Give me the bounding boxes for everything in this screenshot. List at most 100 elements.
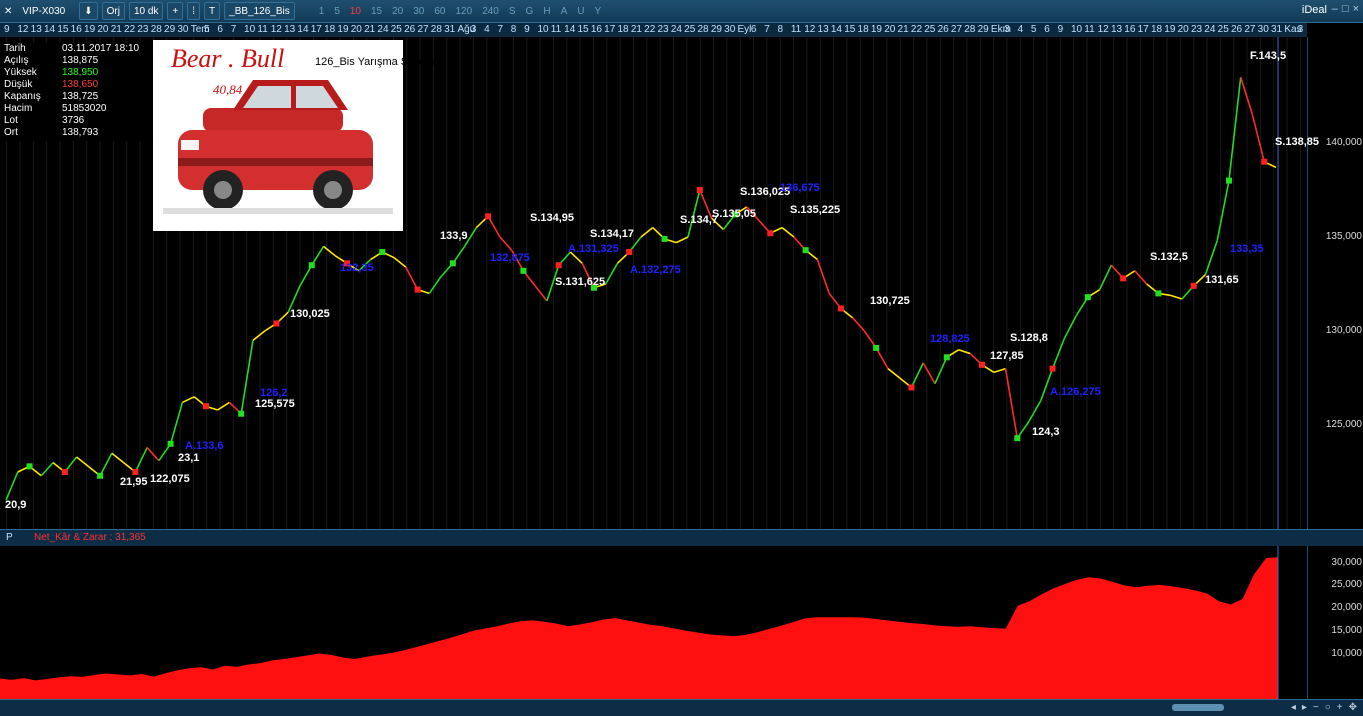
info-row: Kapanış 138,725 bbox=[4, 91, 154, 103]
period-240[interactable]: 240 bbox=[482, 6, 499, 17]
date-tick: 8 bbox=[510, 24, 517, 35]
car-icon bbox=[163, 80, 393, 214]
trade-label-white: 23,1 bbox=[178, 452, 200, 464]
trade-marker bbox=[1014, 435, 1021, 442]
toolbar: ✕ VIP-X030 ⬇ Orj 10 dk + ⁞ T _BB_126_Bis… bbox=[0, 0, 1363, 23]
info-row: Düşük 138,650 bbox=[4, 79, 154, 91]
period-S[interactable]: S bbox=[509, 6, 516, 17]
date-tick: 3 bbox=[470, 24, 477, 35]
system-caption: 126_Bis Yarışma Sistemi bbox=[315, 56, 437, 68]
trade-label-white: 124,3 bbox=[1032, 426, 1060, 438]
orj-button[interactable]: Orj bbox=[101, 2, 125, 20]
price-segment bbox=[5, 471, 19, 501]
period-G[interactable]: G bbox=[526, 6, 534, 17]
info-row: Yüksek 138,950 bbox=[4, 67, 154, 79]
period-U[interactable]: U bbox=[577, 6, 584, 17]
horizontal-scrollbar[interactable] bbox=[1172, 704, 1224, 711]
menu-icon[interactable]: ✕ bbox=[4, 6, 12, 17]
trade-label-white: 20,9 bbox=[5, 499, 27, 511]
scroll-right-icon[interactable]: ▸ bbox=[1302, 702, 1307, 713]
date-tick: 14 bbox=[297, 24, 309, 35]
trade-label-white: S.135,05 bbox=[712, 208, 757, 220]
period-A[interactable]: A bbox=[561, 6, 568, 17]
period-15[interactable]: 15 bbox=[371, 6, 382, 17]
trade-label-blue: 132,35 bbox=[340, 262, 374, 274]
date-tick: 13 bbox=[817, 24, 829, 35]
info-key: Kapanış bbox=[4, 91, 41, 102]
pnl-axis[interactable]: 30,000 25,000 20,000 15,000 10,000 bbox=[1307, 546, 1363, 699]
trade-label-white: S.134,95 bbox=[530, 212, 575, 224]
date-tick: 4 bbox=[484, 24, 490, 35]
ohlc-info-box: Tarih 03.11.2017 18:10 Açılış 138,875 Yüksek… bbox=[4, 43, 154, 141]
down-arrow-button[interactable]: ⬇ bbox=[79, 2, 98, 20]
date-tick: 25 bbox=[390, 24, 402, 35]
date-tick: 20 bbox=[1177, 24, 1189, 35]
zoom-in-icon[interactable]: + bbox=[1337, 702, 1343, 713]
price-segment bbox=[169, 402, 184, 445]
price-segment bbox=[299, 264, 313, 287]
zoom-out-icon[interactable]: − bbox=[1313, 702, 1319, 713]
date-tick: 4 bbox=[1017, 24, 1024, 35]
date-tick: 31 bbox=[1270, 24, 1283, 35]
trade-label-white: S.134,17 bbox=[590, 228, 635, 240]
date-tick: 7 bbox=[230, 24, 237, 35]
date-tick: 3 bbox=[1297, 24, 1304, 35]
period-60[interactable]: 60 bbox=[434, 6, 445, 17]
period-Y[interactable]: Y bbox=[594, 6, 601, 17]
period-10[interactable]: 10 bbox=[350, 6, 361, 17]
close-icon[interactable]: × bbox=[1353, 3, 1359, 15]
period-30[interactable]: 30 bbox=[413, 6, 424, 17]
period-5[interactable]: 5 bbox=[334, 6, 340, 17]
date-tick: 12 bbox=[270, 24, 282, 35]
maximize-icon[interactable]: □ bbox=[1342, 3, 1349, 15]
period-H[interactable]: H bbox=[543, 6, 550, 17]
trade-label-blue: 126,2 bbox=[260, 387, 288, 399]
trade-label-blue: 133,35 bbox=[1230, 243, 1264, 255]
period-button[interactable]: 10 dk bbox=[128, 2, 164, 20]
add-button[interactable]: + bbox=[167, 2, 184, 20]
date-tick: 17 bbox=[1137, 24, 1149, 35]
price-segment bbox=[1028, 400, 1042, 422]
period-1[interactable]: 1 bbox=[319, 6, 325, 17]
date-tick: 20 bbox=[884, 24, 896, 35]
price-segment bbox=[534, 285, 548, 302]
trade-marker bbox=[414, 286, 421, 293]
info-key: Lot bbox=[4, 115, 18, 126]
symbol-label[interactable]: VIP-X030 bbox=[22, 6, 65, 17]
period-20[interactable]: 20 bbox=[392, 6, 403, 17]
status-icons: ◂ ▸ − ○ + ✥ bbox=[1291, 702, 1357, 713]
date-tick: 19 bbox=[1164, 24, 1176, 35]
window-buttons: – □ × bbox=[1332, 3, 1359, 15]
logo-image: Bear . Bull 40,84 bbox=[153, 40, 403, 231]
pan-icon[interactable]: ✥ bbox=[1349, 702, 1357, 713]
info-value: 138,875 bbox=[62, 55, 99, 66]
date-tick: 18 bbox=[1150, 24, 1163, 35]
trade-marker bbox=[1225, 177, 1232, 184]
info-value: 138,950 bbox=[62, 67, 99, 78]
trade-label-white: S.131,625 bbox=[555, 276, 606, 288]
info-key: Ort bbox=[4, 127, 18, 138]
zoom-circle-icon[interactable]: ○ bbox=[1325, 702, 1331, 713]
date-tick: 28 bbox=[964, 24, 976, 35]
scroll-left-icon[interactable]: ◂ bbox=[1291, 702, 1296, 713]
indicator-button[interactable]: _BB_126_Bis bbox=[224, 2, 295, 20]
date-tick: 11 bbox=[790, 24, 802, 35]
date-tick: 17 bbox=[604, 24, 616, 35]
trade-label-white: 127,85 bbox=[990, 350, 1024, 362]
date-tick: 13 bbox=[1110, 24, 1123, 35]
date-tick: 7 bbox=[764, 24, 770, 35]
panel-p-label[interactable]: P bbox=[6, 532, 13, 543]
pnl-chart[interactable] bbox=[0, 546, 1307, 699]
trade-label-blue: A.126,275 bbox=[1050, 386, 1101, 398]
date-tick: 21 bbox=[630, 24, 642, 35]
period-120[interactable]: 120 bbox=[456, 6, 473, 17]
date-tick: 30 bbox=[1257, 24, 1269, 35]
pnl-panel-header: P Net_Kâr & Zarar : 31,365 bbox=[0, 529, 1363, 546]
price-axis[interactable]: 140,000 135,000 130,000 125,000 bbox=[1307, 37, 1363, 529]
minimize-icon[interactable]: – bbox=[1332, 3, 1338, 15]
date-tick: 18 bbox=[617, 24, 629, 35]
price-segment bbox=[852, 317, 866, 332]
text-button[interactable]: T bbox=[204, 2, 221, 20]
hash-button[interactable]: ⁞ bbox=[187, 2, 201, 20]
trade-marker bbox=[1084, 294, 1091, 301]
